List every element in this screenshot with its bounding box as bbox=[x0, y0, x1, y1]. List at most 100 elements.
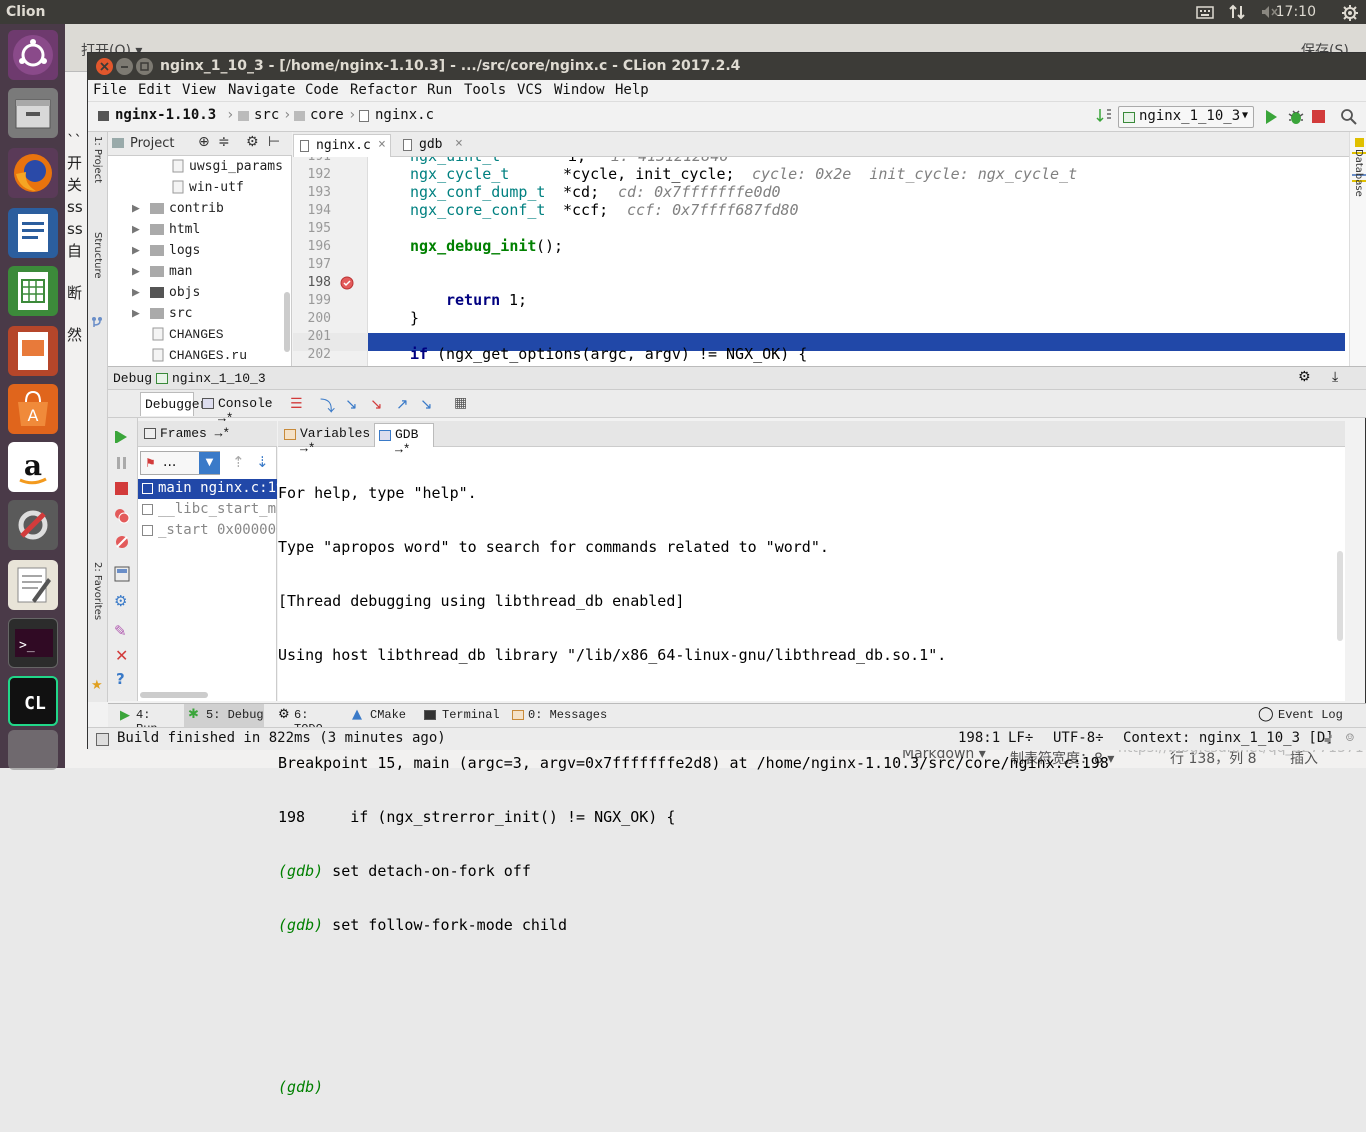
tree-item[interactable]: CHANGES.ru bbox=[169, 348, 247, 363]
tree-item[interactable]: objs bbox=[169, 285, 200, 300]
keyboard-icon[interactable] bbox=[1196, 4, 1214, 20]
project-tool-tab[interactable]: 1: Project bbox=[91, 136, 103, 216]
debug-bug-icon[interactable] bbox=[1287, 108, 1305, 126]
expand-arrow-icon[interactable]: ▶ bbox=[132, 222, 140, 237]
stop-icon[interactable] bbox=[1312, 110, 1325, 123]
expand-arrow-icon[interactable]: ▶ bbox=[132, 306, 140, 321]
close-tab-icon[interactable]: × bbox=[455, 136, 463, 151]
breadcrumb-core[interactable]: core bbox=[310, 107, 344, 123]
gear-icon[interactable]: ⚙ bbox=[1298, 369, 1311, 385]
frames-title[interactable]: Frames →* bbox=[160, 426, 230, 441]
sort-icon[interactable] bbox=[1096, 107, 1112, 125]
step-out-icon[interactable]: ↗ bbox=[396, 395, 409, 413]
close-debug-icon[interactable]: ✕ bbox=[115, 646, 128, 665]
launcher-text-editor-icon[interactable] bbox=[8, 560, 58, 610]
favorites-star-icon[interactable]: ★ bbox=[91, 678, 103, 693]
scroll-from-source-icon[interactable]: ⊕ bbox=[198, 134, 210, 150]
tool-messages[interactable]: 0: Messages bbox=[508, 704, 608, 727]
caret-position[interactable]: 198:1 bbox=[958, 730, 1000, 746]
tab-console[interactable]: Console →* bbox=[198, 392, 286, 426]
tool-todo[interactable]: ⚙ 6: TODO bbox=[274, 704, 344, 736]
breadcrumb-file[interactable]: nginx.c bbox=[375, 107, 434, 123]
layout-icon[interactable] bbox=[114, 566, 130, 582]
launcher-software-center-icon[interactable]: A bbox=[8, 384, 58, 434]
line-separator[interactable]: LF÷ bbox=[1008, 730, 1033, 746]
status-message[interactable]: Build finished in 822ms (3 minutes ago) bbox=[117, 730, 446, 746]
stop-icon[interactable] bbox=[115, 482, 128, 495]
pause-icon[interactable] bbox=[115, 456, 129, 470]
gear-icon[interactable]: ⚙ bbox=[246, 134, 259, 150]
settings-icon[interactable]: ⚙ bbox=[114, 592, 127, 610]
lock-icon[interactable]: 🔓︎ bbox=[1324, 731, 1332, 746]
pin-icon[interactable]: ✎ bbox=[114, 622, 127, 640]
view-breakpoints-icon[interactable] bbox=[114, 508, 130, 524]
launcher-amazon-icon[interactable]: a bbox=[8, 442, 58, 492]
collapse-all-icon[interactable]: ≑ bbox=[218, 134, 230, 150]
menu-refactor[interactable]: Refactor bbox=[350, 82, 417, 98]
tree-item[interactable]: win-utf bbox=[189, 180, 244, 195]
git-icon[interactable] bbox=[90, 315, 104, 329]
next-frame-icon[interactable]: ⇣ bbox=[256, 453, 269, 471]
run-icon[interactable] bbox=[1263, 108, 1279, 126]
frame-row-selected[interactable]: main nginx.c:198 bbox=[138, 479, 293, 499]
tab-gdb-console[interactable]: GDB →* bbox=[374, 423, 434, 457]
thread-selector[interactable]: ⚑ ... ▼ bbox=[140, 451, 220, 475]
network-icon[interactable] bbox=[1228, 4, 1246, 20]
power-gear-icon[interactable] bbox=[1341, 4, 1359, 21]
launcher-files-icon[interactable] bbox=[8, 88, 58, 138]
expand-arrow-icon[interactable]: ▶ bbox=[132, 201, 140, 216]
hide-pane-icon[interactable]: ⊢ bbox=[268, 134, 280, 150]
menu-tools[interactable]: Tools bbox=[464, 82, 506, 98]
tool-terminal[interactable]: Terminal bbox=[420, 704, 500, 727]
launcher-ubuntu-icon[interactable] bbox=[8, 30, 58, 80]
menu-edit[interactable]: Edit bbox=[138, 82, 172, 98]
project-scrollbar[interactable] bbox=[284, 292, 290, 352]
step-over-icon[interactable]: ⤵ bbox=[320, 395, 335, 416]
menu-window[interactable]: Window bbox=[554, 82, 605, 98]
run-configuration-selector[interactable]: nginx_1_10_3 ▼ bbox=[1118, 106, 1254, 128]
tab-nginx-c[interactable]: nginx.c × bbox=[293, 134, 391, 157]
close-window-button[interactable] bbox=[96, 58, 113, 75]
tool-cmake[interactable]: ▲ CMake bbox=[348, 704, 416, 727]
launcher-workspaces-icon[interactable] bbox=[8, 730, 58, 770]
menu-navigate[interactable]: Navigate bbox=[228, 82, 295, 98]
launcher-writer-icon[interactable] bbox=[8, 208, 58, 258]
tab-variables[interactable]: Variables →* bbox=[278, 423, 372, 456]
close-tab-icon[interactable]: × bbox=[378, 137, 386, 152]
launcher-calc-icon[interactable] bbox=[8, 266, 58, 316]
tree-item[interactable]: html bbox=[169, 222, 200, 237]
tool-run[interactable]: ▶ 4: Run bbox=[116, 704, 178, 736]
structure-tool-tab[interactable]: Structure bbox=[91, 232, 103, 312]
mute-breakpoints-icon[interactable] bbox=[114, 534, 130, 550]
frame-row[interactable]: __libc_start_main bbox=[138, 500, 277, 520]
code-area[interactable]: 191 192 193 194 195 196 197 198 199 200 … bbox=[293, 157, 1345, 366]
menu-file[interactable]: File bbox=[93, 82, 127, 98]
debug-config-name[interactable]: nginx_1_10_3 bbox=[172, 371, 266, 386]
run-to-cursor-icon[interactable]: ↘ bbox=[420, 395, 433, 413]
inspector-icon[interactable]: ☺︎ bbox=[1346, 731, 1354, 746]
tab-gdb[interactable]: gdb × bbox=[397, 134, 469, 157]
tree-item[interactable]: contrib bbox=[169, 201, 224, 216]
launcher-clion-icon[interactable]: CL bbox=[8, 676, 58, 726]
expand-arrow-icon[interactable]: ▶ bbox=[132, 243, 140, 258]
force-step-into-icon[interactable]: ↘ bbox=[370, 395, 383, 413]
breakpoint-icon[interactable] bbox=[340, 276, 354, 290]
clock[interactable]: 17:10 bbox=[1276, 4, 1316, 20]
launcher-firefox-icon[interactable] bbox=[8, 148, 58, 198]
tool-debug[interactable]: ✱ 5: Debug bbox=[184, 704, 264, 727]
menu-help[interactable]: Help bbox=[615, 82, 649, 98]
expand-arrow-icon[interactable]: ▶ bbox=[132, 285, 140, 300]
launcher-impress-icon[interactable] bbox=[8, 326, 58, 376]
warning-marker[interactable] bbox=[1355, 138, 1364, 147]
tree-item[interactable]: uwsgi_params bbox=[189, 159, 283, 174]
hide-panel-icon[interactable]: ⤓ bbox=[1332, 369, 1338, 385]
gdb-output[interactable]: For help, type "help". Type "apropos wor… bbox=[278, 448, 1109, 1132]
breadcrumb-src[interactable]: src bbox=[254, 107, 279, 123]
tree-item[interactable]: man bbox=[169, 264, 192, 279]
search-icon[interactable] bbox=[1340, 108, 1358, 126]
tree-item[interactable]: CHANGES bbox=[169, 327, 224, 342]
menu-run[interactable]: Run bbox=[427, 82, 452, 98]
frame-row[interactable]: _start 0x0000000000 bbox=[138, 521, 277, 541]
show-execution-point-icon[interactable]: ☰ bbox=[290, 396, 303, 412]
breadcrumb-project[interactable]: nginx-1.10.3 bbox=[115, 107, 216, 123]
